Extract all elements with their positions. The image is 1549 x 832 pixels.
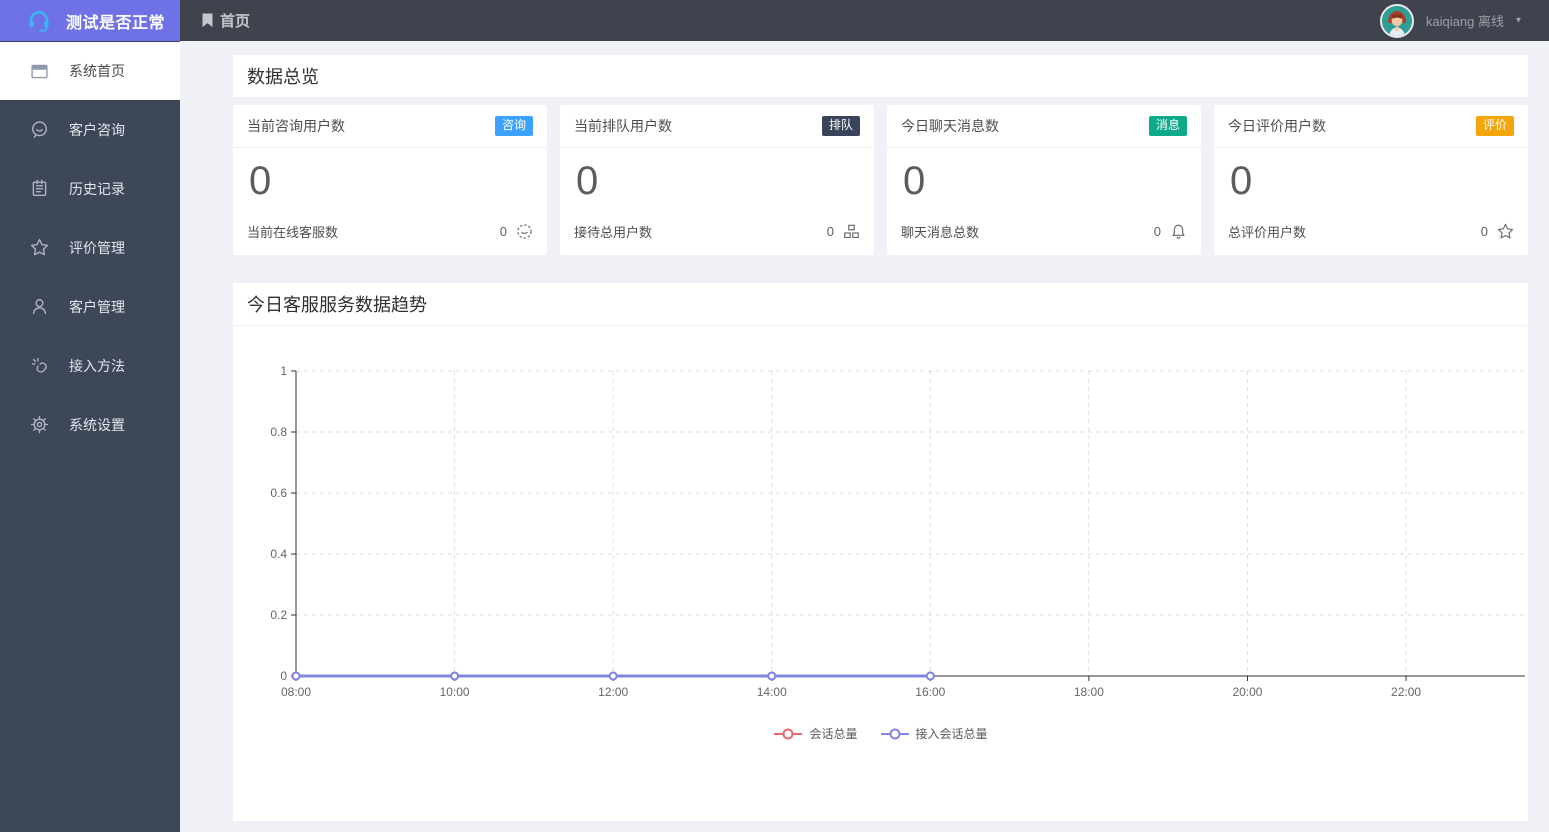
bell-icon [1170, 223, 1187, 240]
overview-header: 数据总览 [233, 55, 1528, 97]
stat-footer-value: 0 [1480, 224, 1488, 239]
chevron-down-icon: ▾ [1515, 15, 1521, 26]
svg-text:0.8: 0.8 [270, 425, 287, 439]
stat-card-title: 当前咨询用户数 [247, 118, 345, 134]
window-icon [29, 61, 49, 81]
stat-footer-label: 接待总用户数 [574, 225, 653, 240]
svg-text:0.4: 0.4 [270, 547, 287, 561]
stat-card-footer: 当前在线客服数 0 [233, 222, 547, 241]
legend-label: 会话总量 [809, 727, 858, 741]
sidebar-item-label: 系统首页 [69, 63, 125, 79]
stat-card-footer: 总评价用户数 0 [1214, 222, 1528, 241]
stat-card-header: 当前咨询用户数 咨询 [233, 105, 547, 148]
trend-header: 今日客服服务数据趋势 [233, 283, 1528, 326]
stat-footer-label: 总评价用户数 [1228, 225, 1307, 240]
headset-icon [26, 8, 52, 34]
svg-text:1: 1 [280, 364, 287, 378]
legend-item[interactable]: 会话总量 [773, 725, 858, 742]
user-name: kaiqiang 离线 [1425, 14, 1504, 29]
stat-footer-value: 0 [1153, 224, 1161, 239]
sidebar-menu: 系统首页 客户咨询 历史记录 评价管理 客户管理 接入方法 系统设置 [0, 42, 180, 454]
stat-card-consulting: 当前咨询用户数 咨询 0 当前在线客服数 0 [233, 105, 547, 255]
sidebar-item-consult[interactable]: 客户咨询 [0, 100, 180, 159]
stat-card-title: 当前排队用户数 [574, 118, 672, 134]
sidebar-item-label: 客户管理 [69, 298, 125, 315]
stat-card-header: 今日聊天消息数 消息 [887, 105, 1201, 148]
sidebar-item-reviews[interactable]: 评价管理 [0, 218, 180, 277]
sidebar-item-home[interactable]: 系统首页 [0, 42, 180, 100]
stat-value: 0 [903, 159, 926, 203]
sidebar-item-label: 系统设置 [69, 416, 125, 433]
star-icon [1497, 223, 1514, 240]
stat-card-ratings: 今日评价用户数 评价 0 总评价用户数 0 [1214, 105, 1528, 255]
svg-text:10:00: 10:00 [440, 685, 470, 699]
svg-text:18:00: 18:00 [1074, 685, 1104, 699]
sidebar-item-label: 评价管理 [69, 239, 125, 256]
sidebar-item-integration[interactable]: 接入方法 [0, 336, 180, 395]
stat-value: 0 [1230, 159, 1253, 203]
sidebar-item-customers[interactable]: 客户管理 [0, 277, 180, 336]
sidebar-item-settings[interactable]: 系统设置 [0, 395, 180, 454]
sidebar-item-label: 客户咨询 [69, 121, 125, 138]
chat-smile-icon [29, 120, 49, 140]
gear-icon [29, 415, 49, 435]
topbar-tab-label: 首页 [220, 13, 251, 30]
svg-text:08:00: 08:00 [281, 685, 311, 699]
svg-text:0.2: 0.2 [270, 608, 287, 622]
sidebar-item-history[interactable]: 历史记录 [0, 159, 180, 218]
stat-card-title: 今日评价用户数 [1228, 118, 1326, 134]
queue-icon [843, 223, 860, 240]
avatar[interactable] [1379, 3, 1414, 38]
smiley-icon [516, 223, 533, 240]
stat-value: 0 [576, 159, 599, 203]
legend-item[interactable]: 接入会话总量 [880, 725, 988, 742]
status-badge: 咨询 [494, 116, 533, 136]
trend-card: 今日客服服务数据趋势 0 0.2 0.4 0.6 0.8 1 08:00 10:00 12:00… [233, 283, 1528, 821]
stat-footer-value: 0 [826, 224, 834, 239]
overview-title: 数据总览 [247, 67, 319, 87]
bookmark-icon [201, 13, 214, 28]
legend-label: 接入会话总量 [915, 727, 988, 741]
legend-marker-icon [774, 728, 803, 739]
status-badge: 消息 [1148, 116, 1187, 136]
topbar-tab-home[interactable]: 首页 [201, 0, 250, 41]
stat-footer-label: 聊天消息总数 [901, 225, 980, 240]
svg-text:14:00: 14:00 [757, 685, 787, 699]
stat-card-title: 今日聊天消息数 [901, 118, 999, 134]
star-icon [29, 238, 49, 258]
sidebar-item-label: 接入方法 [69, 357, 125, 374]
svg-text:0.6: 0.6 [270, 486, 287, 500]
legend-marker-icon [880, 728, 909, 739]
svg-text:0: 0 [280, 669, 287, 683]
trend-chart[interactable]: 0 0.2 0.4 0.6 0.8 1 08:00 10:00 12:00 14:00 16:00 1… [233, 327, 1528, 722]
user-menu[interactable]: kaiqiang 离线 ▾ [1379, 0, 1521, 41]
sidebar-item-label: 历史记录 [69, 180, 125, 197]
chart-legend: 会话总量 接入会话总量 [233, 725, 1528, 742]
stat-card-queue: 当前排队用户数 排队 0 接待总用户数 0 [560, 105, 874, 255]
topbar: 首页 kaiqiang 离线 ▾ [180, 0, 1549, 41]
svg-text:20:00: 20:00 [1232, 685, 1262, 699]
trend-title: 今日客服服务数据趋势 [247, 295, 427, 315]
stat-card-footer: 聊天消息总数 0 [887, 222, 1201, 241]
user-icon [29, 297, 49, 317]
stat-value: 0 [249, 159, 272, 203]
svg-text:16:00: 16:00 [915, 685, 945, 699]
sidebar: 测试是否正常 系统首页 客户咨询 历史记录 评价管理 客户管理 接入方法 系统设… [0, 0, 180, 832]
svg-text:12:00: 12:00 [598, 685, 628, 699]
status-badge: 排队 [821, 116, 860, 136]
app-title: 测试是否正常 [66, 14, 166, 32]
stat-card-header: 当前排队用户数 排队 [560, 105, 874, 148]
stat-footer-value: 0 [499, 224, 507, 239]
stat-card-messages: 今日聊天消息数 消息 0 聊天消息总数 0 [887, 105, 1201, 255]
svg-text:22:00: 22:00 [1391, 685, 1421, 699]
link-icon [29, 356, 49, 376]
stat-card-header: 今日评价用户数 评价 [1214, 105, 1528, 148]
stat-footer-label: 当前在线客服数 [247, 225, 339, 240]
stat-card-footer: 接待总用户数 0 [560, 222, 874, 241]
app-logo: 测试是否正常 [0, 0, 180, 41]
history-icon [29, 179, 49, 199]
status-badge: 评价 [1475, 116, 1514, 136]
